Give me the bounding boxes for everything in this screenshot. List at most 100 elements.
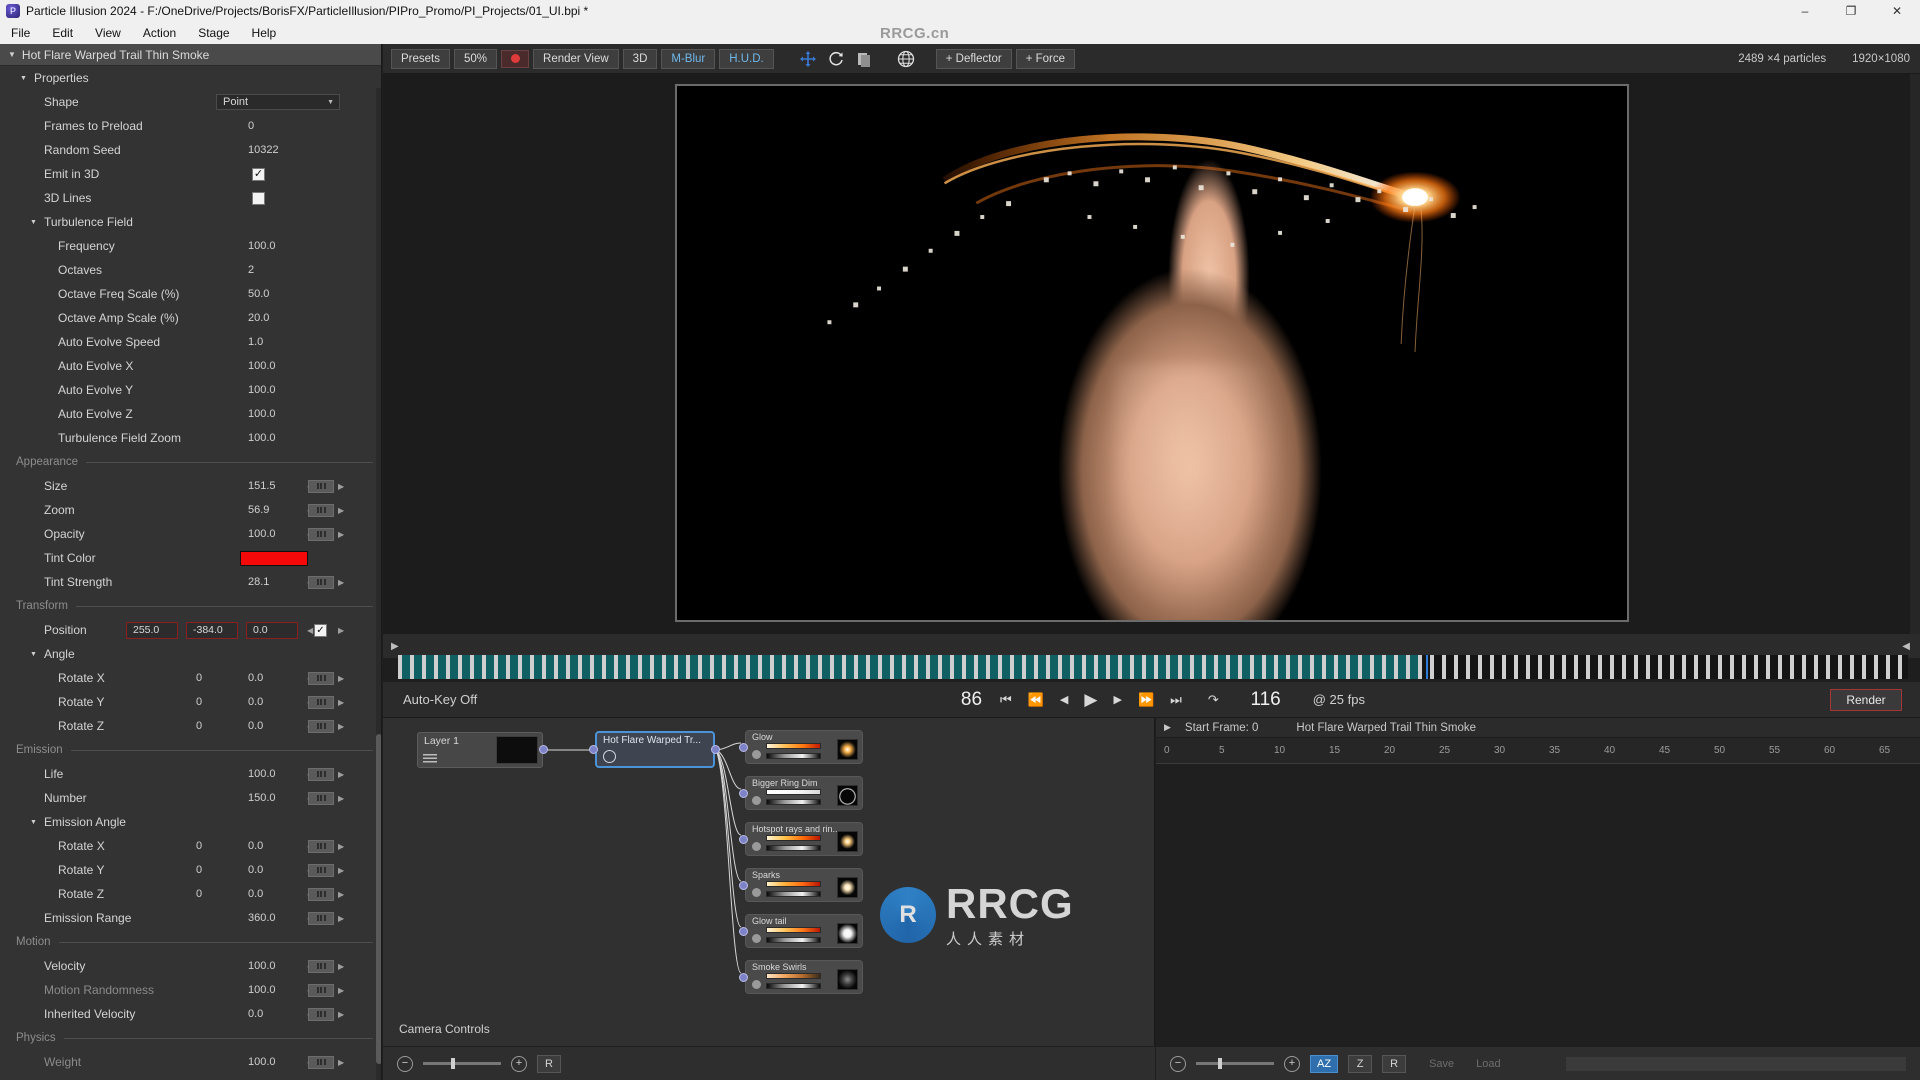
particle-node-input-port[interactable]	[739, 743, 748, 752]
particle-node[interactable]: Glow	[745, 730, 863, 764]
particle-node-input-port[interactable]	[739, 789, 748, 798]
property-value[interactable]: 1.0	[248, 336, 310, 348]
render-button[interactable]: Render	[1830, 688, 1902, 711]
node-zoom-handle[interactable]	[451, 1058, 455, 1069]
particle-node[interactable]: Hotspot rays and rin...	[745, 822, 863, 856]
minimize-button[interactable]: –	[1782, 0, 1828, 22]
property-row-octave-freq-scale[interactable]: Octave Freq Scale (%) 50.0	[0, 282, 381, 306]
graph-bottom-scrollbar[interactable]	[1566, 1056, 1906, 1071]
property-row-size[interactable]: Size151.5◀▶	[0, 474, 381, 498]
slider-increment-icon[interactable]: ▶	[338, 1010, 344, 1019]
property-checkbox[interactable]: ✓	[252, 167, 265, 181]
property-row-3d-lines[interactable]: 3D Lines	[0, 186, 381, 210]
property-value[interactable]: 50.0	[248, 288, 310, 300]
property-row-shape[interactable]: Shape Point ▼	[0, 90, 381, 114]
menu-edit[interactable]: Edit	[41, 22, 84, 44]
zoom-in-icon[interactable]: +	[511, 1055, 527, 1072]
slider-increment-icon[interactable]: ▶	[338, 506, 344, 515]
slider-widget[interactable]	[308, 839, 334, 853]
property-row-number[interactable]: Number150.0◀▶	[0, 786, 381, 810]
particle-node-knob[interactable]	[752, 796, 761, 805]
property-row-octave-amp-scale[interactable]: Octave Amp Scale (%) 20.0	[0, 306, 381, 330]
globe-icon[interactable]	[894, 48, 918, 70]
particle-node-input-port[interactable]	[739, 835, 748, 844]
property-row-zoom[interactable]: Zoom56.9◀▶	[0, 498, 381, 522]
property-value[interactable]: 0	[248, 120, 310, 132]
property-value[interactable]: 150.0	[248, 792, 310, 804]
fast-forward-icon[interactable]: ⏩	[1138, 692, 1154, 708]
property-row-auto-evolve-speed[interactable]: Auto Evolve Speed 1.0	[0, 330, 381, 354]
property-value-secondary[interactable]: 0	[196, 840, 236, 852]
slider-increment-icon[interactable]: ▶	[338, 866, 344, 875]
slider-widget[interactable]	[308, 671, 334, 685]
slider-widget[interactable]	[308, 887, 334, 901]
property-row-turbulence-field-zoom[interactable]: Turbulence Field Zoom 100.0	[0, 426, 381, 450]
slider-increment-icon[interactable]: ▶	[338, 482, 344, 491]
graph-plot-area[interactable]	[1156, 764, 1920, 1046]
property-value[interactable]: 100.0	[248, 432, 310, 444]
property-value[interactable]: 100.0	[248, 984, 310, 996]
step-forward-icon[interactable]: ▶	[1113, 693, 1121, 706]
add-deflector-button[interactable]: + Deflector	[935, 48, 1012, 69]
property-value[interactable]: 100.0	[248, 768, 310, 780]
emitter-node[interactable]: Hot Flare Warped Tr...	[595, 731, 715, 768]
zoom-in-icon[interactable]: +	[1284, 1055, 1300, 1072]
slider-increment-icon[interactable]: ▶	[338, 962, 344, 971]
property-value[interactable]: 100.0	[248, 528, 310, 540]
render-canvas[interactable]	[675, 84, 1629, 622]
property-value[interactable]: 0.0	[248, 1008, 310, 1020]
record-icon[interactable]	[501, 49, 530, 68]
slider-widget[interactable]	[308, 527, 334, 541]
slider-increment-icon[interactable]: ▶	[338, 914, 344, 923]
property-row-rotate-x[interactable]: Rotate X00.0◀▶	[0, 666, 381, 690]
property-row-tint-strength[interactable]: Tint Strength28.1◀▶	[0, 570, 381, 594]
toggle-3d-button[interactable]: 3D	[622, 48, 658, 69]
particle-node[interactable]: Bigger Ring Dim	[745, 776, 863, 810]
property-value[interactable]: 100.0	[248, 240, 310, 252]
menu-help[interactable]: Help	[241, 22, 288, 44]
position-x-field[interactable]: 255.0	[126, 621, 178, 639]
chevron-down-icon[interactable]: ▼	[30, 651, 37, 658]
timeline-strip[interactable]	[398, 655, 1908, 679]
slider-increment-icon[interactable]: ▶	[338, 842, 344, 851]
slider-widget[interactable]	[308, 983, 334, 997]
particle-node[interactable]: Smoke Swirls	[745, 960, 863, 994]
slider-widget[interactable]	[308, 719, 334, 733]
graph-zoom-handle[interactable]	[1218, 1058, 1222, 1069]
graph-z-button[interactable]: Z	[1348, 1054, 1373, 1073]
property-row-emission-angle[interactable]: ▼ Emission Angle	[0, 810, 381, 834]
property-row-velocity[interactable]: Velocity100.0◀▶	[0, 954, 381, 978]
property-row-tint-color[interactable]: Tint Color	[0, 546, 381, 570]
loop-icon[interactable]: ↷	[1208, 692, 1219, 708]
particle-node-input-port[interactable]	[739, 927, 748, 936]
position-z-field[interactable]: 0.0	[246, 621, 298, 639]
skip-to-start-icon[interactable]: ⏮	[1000, 692, 1012, 708]
property-value[interactable]: 0.0	[248, 672, 310, 684]
property-row-auto-evolve-x[interactable]: Auto Evolve X 100.0	[0, 354, 381, 378]
property-value[interactable]: 151.5	[248, 480, 310, 492]
slider-widget[interactable]	[308, 863, 334, 877]
slider-widget[interactable]	[308, 1007, 334, 1021]
slider-widget[interactable]	[308, 791, 334, 805]
alpha-gradient-bar[interactable]	[766, 799, 821, 805]
camera-controls-label[interactable]: Camera Controls	[399, 1022, 490, 1036]
slider-increment-icon[interactable]: ▶	[338, 986, 344, 995]
property-row-random-seed[interactable]: Random Seed 10322	[0, 138, 381, 162]
slider-widget[interactable]	[308, 479, 334, 493]
layers-icon[interactable]	[852, 48, 876, 70]
hud-button[interactable]: H.U.D.	[719, 48, 774, 69]
property-value[interactable]: 100.0	[248, 960, 310, 972]
slider-increment-icon[interactable]: ▶	[338, 890, 344, 899]
keyframe-graph-panel[interactable]: ▶ Start Frame: 0 Hot Flare Warped Trail …	[1156, 718, 1920, 1080]
panel-scrollbar-thumb[interactable]	[376, 734, 381, 1064]
stage-scrollbar[interactable]	[1910, 74, 1920, 634]
slider-widget[interactable]	[308, 1055, 334, 1069]
property-value[interactable]: 2	[248, 264, 310, 276]
property-value[interactable]: 0.0	[248, 888, 310, 900]
property-row-opacity[interactable]: Opacity100.0◀▶	[0, 522, 381, 546]
layer-output-port[interactable]	[539, 745, 548, 754]
maximize-button[interactable]: ❐	[1828, 0, 1874, 22]
position-link-checkbox[interactable]: ✓	[314, 623, 327, 637]
property-row-frames-to-preload[interactable]: Frames to Preload 0	[0, 114, 381, 138]
close-button[interactable]: ✕	[1874, 0, 1920, 22]
